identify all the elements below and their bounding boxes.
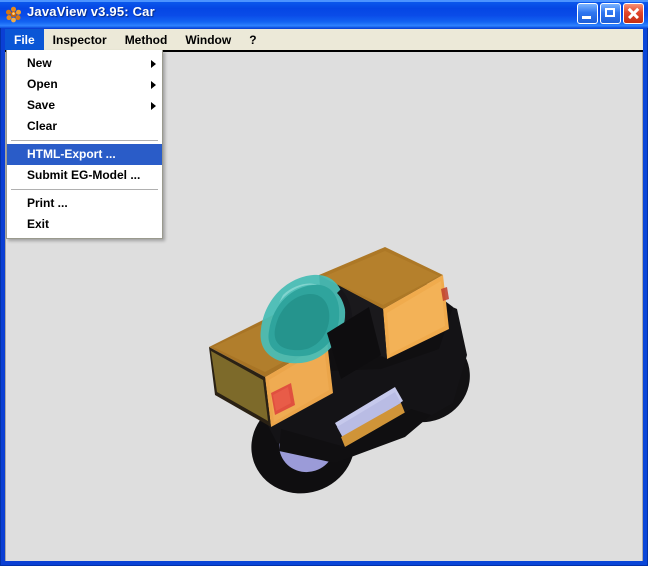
chevron-right-icon	[151, 80, 156, 89]
menu-separator	[11, 189, 158, 190]
titlebar-highlight	[0, 0, 648, 2]
menu-item-new-label: New	[27, 56, 52, 70]
javaview-window: JavaView v3.95: Car File Inspector Metho…	[0, 0, 648, 566]
menu-item-clear[interactable]: Clear	[7, 116, 162, 137]
menu-item-submit-eg-model[interactable]: Submit EG-Model ...	[7, 165, 162, 186]
menu-item-html-export-label: HTML-Export ...	[27, 147, 116, 161]
window-title: JavaView v3.95: Car	[27, 4, 155, 19]
menu-item-open[interactable]: Open	[7, 74, 162, 95]
menu-item-html-export[interactable]: HTML-Export ...	[7, 144, 162, 165]
minimize-button[interactable]	[577, 3, 598, 24]
menubar-item-file[interactable]: File	[5, 29, 44, 50]
file-dropdown-menu: New Open Save Clear HTML-Export ... Subm…	[6, 50, 163, 239]
menu-bar: File Inspector Method Window ?	[5, 29, 643, 50]
menubar-item-help-label: ?	[249, 32, 257, 47]
menu-separator	[11, 140, 158, 141]
menubar-item-file-label: File	[14, 32, 35, 47]
close-button[interactable]	[623, 3, 644, 24]
menubar-item-window-label: Window	[185, 32, 232, 47]
javaview-cluster-icon	[6, 6, 21, 23]
chevron-right-icon	[151, 101, 156, 110]
menubar-item-help[interactable]: ?	[240, 29, 265, 50]
menu-item-open-label: Open	[27, 77, 58, 91]
menu-item-save-label: Save	[27, 98, 56, 112]
menu-item-exit-label: Exit	[27, 217, 50, 231]
canvas-right-edge	[642, 52, 643, 561]
car-3d-model	[209, 247, 470, 494]
menubar-item-inspector[interactable]: Inspector	[44, 29, 116, 50]
menubar-item-method-label: Method	[124, 32, 168, 47]
menu-item-save[interactable]: Save	[7, 95, 162, 116]
window-controls	[577, 3, 644, 24]
menu-item-new[interactable]: New	[7, 53, 162, 74]
menubar-item-window[interactable]: Window	[176, 29, 240, 50]
menu-item-clear-label: Clear	[27, 119, 58, 133]
menu-item-print-label: Print ...	[27, 196, 68, 210]
menubar-item-method[interactable]: Method	[116, 29, 177, 50]
menubar-item-inspector-label: Inspector	[52, 32, 107, 47]
menu-item-submit-eg-model-label: Submit EG-Model ...	[27, 168, 141, 182]
chevron-right-icon	[151, 59, 156, 68]
menu-item-print[interactable]: Print ...	[7, 193, 162, 214]
maximize-button[interactable]	[600, 3, 621, 24]
menu-item-exit[interactable]: Exit	[7, 214, 162, 235]
title-bar[interactable]: JavaView v3.95: Car	[0, 0, 648, 28]
